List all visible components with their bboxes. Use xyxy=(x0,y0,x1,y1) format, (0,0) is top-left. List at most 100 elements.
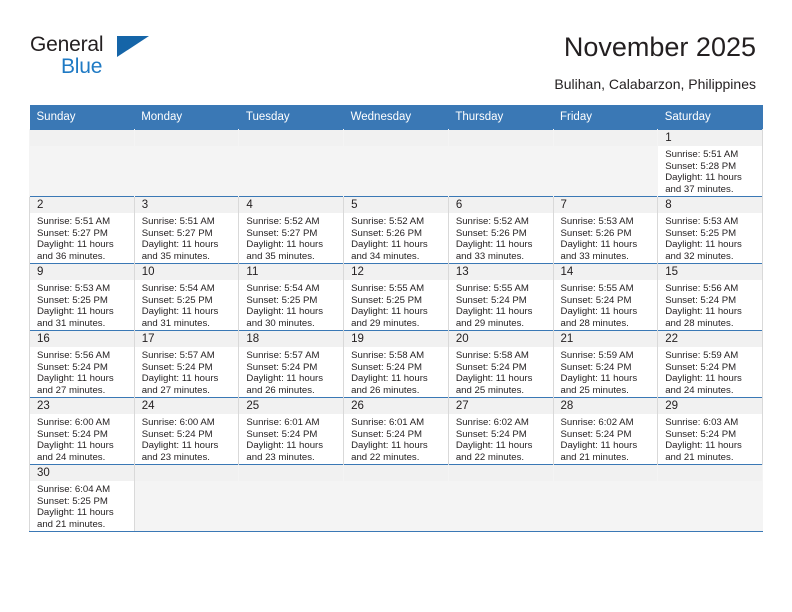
daylight-text: Daylight: 11 hours and 22 minutes. xyxy=(351,440,428,463)
calendar-day-cell[interactable]: 25 Sunrise: 6:01 AM Sunset: 5:24 PM Dayligh… xyxy=(238,397,345,465)
daylight-text: Daylight: 11 hours and 25 minutes. xyxy=(560,373,638,396)
calendar-week-row: 23 Sunrise: 6:00 AM Sunset: 5:24 PM Dayligh… xyxy=(29,397,763,465)
calendar-day-cell[interactable]: 8 Sunrise: 5:53 AM Sunset: 5:25 PM Daylight… xyxy=(657,196,763,264)
general-blue-logo[interactable]: General Blue xyxy=(30,33,180,89)
calendar-day-cell[interactable]: 28 Sunrise: 6:02 AM Sunset: 5:24 PM Dayligh… xyxy=(552,397,659,465)
daylight-text: Daylight: 11 hours and 33 minutes. xyxy=(560,239,638,262)
calendar-day-cell[interactable]: 18 Sunrise: 5:57 AM Sunset: 5:24 PM Dayligh… xyxy=(238,330,345,398)
sunset-text: Sunset: 5:24 PM xyxy=(246,428,318,440)
day-number-band xyxy=(553,465,658,481)
sunset-text: Sunset: 5:25 PM xyxy=(665,227,737,239)
sunset-text: Sunset: 5:27 PM xyxy=(141,227,213,239)
weekday-header-tuesday: Tuesday xyxy=(238,105,344,130)
calendar-day-cell[interactable]: 3 Sunrise: 5:51 AM Sunset: 5:27 PM Daylight… xyxy=(133,196,240,264)
sunrise-text: Sunrise: 5:52 AM xyxy=(351,216,425,227)
calendar-day-cell[interactable]: 15 Sunrise: 5:56 AM Sunset: 5:24 PM Dayligh… xyxy=(657,263,763,331)
calendar-day-cell[interactable]: 2 Sunrise: 5:51 AM Sunset: 5:27 PM Daylight… xyxy=(29,196,135,264)
day-number: 1 xyxy=(658,130,762,146)
day-number: 25 xyxy=(239,398,344,414)
day-number: 24 xyxy=(134,398,239,414)
calendar-day-cell[interactable]: 19 Sunrise: 5:58 AM Sunset: 5:24 PM Dayligh… xyxy=(343,330,449,398)
calendar-day-cell[interactable]: 30 Sunrise: 6:04 AM Sunset: 5:25 PM Dayligh… xyxy=(29,464,135,531)
daylight-text: Daylight: 11 hours and 25 minutes. xyxy=(455,373,533,396)
calendar-day-cell[interactable]: 10 Sunrise: 5:54 AM Sunset: 5:25 PM Dayligh… xyxy=(133,263,240,331)
daylight-text: Daylight: 11 hours and 28 minutes. xyxy=(665,306,742,329)
calendar-day-cell[interactable]: 1 Sunrise: 5:51 AM Sunset: 5:28 PM Daylight… xyxy=(657,129,763,197)
day-number: 8 xyxy=(658,197,762,213)
daylight-text: Daylight: 11 hours and 31 minutes. xyxy=(141,306,219,329)
sunrise-text: Sunrise: 5:57 AM xyxy=(141,350,215,361)
day-details: Sunrise: 5:58 AM Sunset: 5:24 PM Daylight:… xyxy=(344,347,448,396)
day-number-band xyxy=(134,130,239,146)
calendar-day-cell[interactable]: 27 Sunrise: 6:02 AM Sunset: 5:24 PM Dayligh… xyxy=(447,397,554,465)
sunrise-text: Sunrise: 5:56 AM xyxy=(37,350,111,361)
sunset-text: Sunset: 5:25 PM xyxy=(37,294,108,306)
day-number: 13 xyxy=(448,264,553,280)
calendar-day-cell[interactable]: 23 Sunrise: 6:00 AM Sunset: 5:24 PM Dayligh… xyxy=(29,397,135,465)
calendar-day-cell[interactable]: 12 Sunrise: 5:55 AM Sunset: 5:25 PM Dayligh… xyxy=(343,263,449,331)
day-details: Sunrise: 6:01 AM Sunset: 5:24 PM Daylight:… xyxy=(239,414,343,463)
day-details: Sunrise: 6:02 AM Sunset: 5:24 PM Daylight:… xyxy=(554,414,658,463)
sunset-text: Sunset: 5:25 PM xyxy=(246,294,318,306)
weekday-header-row: Sunday Monday Tuesday Wednesday Thursday… xyxy=(29,105,763,130)
calendar-day-cell[interactable]: 17 Sunrise: 5:57 AM Sunset: 5:24 PM Dayligh… xyxy=(133,330,240,398)
daylight-text: Daylight: 11 hours and 29 minutes. xyxy=(351,306,428,329)
sunset-text: Sunset: 5:24 PM xyxy=(455,361,527,373)
calendar-day-cell[interactable]: 20 Sunrise: 5:58 AM Sunset: 5:24 PM Dayligh… xyxy=(447,330,554,398)
sunrise-text: Sunrise: 6:02 AM xyxy=(455,417,529,428)
daylight-text: Daylight: 11 hours and 32 minutes. xyxy=(665,239,742,262)
calendar-day-cell[interactable]: 21 Sunrise: 5:59 AM Sunset: 5:24 PM Dayligh… xyxy=(552,330,659,398)
calendar-day-cell[interactable]: 11 Sunrise: 5:54 AM Sunset: 5:25 PM Dayligh… xyxy=(238,263,345,331)
sunrise-text: Sunrise: 5:54 AM xyxy=(141,283,215,294)
daylight-text: Daylight: 11 hours and 21 minutes. xyxy=(37,507,114,530)
calendar-day-cell[interactable]: 13 Sunrise: 5:55 AM Sunset: 5:24 PM Dayligh… xyxy=(447,263,554,331)
page-header: General Blue November 2025 Bulihan, Cala… xyxy=(0,0,792,104)
sunrise-text: Sunrise: 5:57 AM xyxy=(246,350,320,361)
calendar-day-cell[interactable]: 4 Sunrise: 5:52 AM Sunset: 5:27 PM Daylight… xyxy=(238,196,345,264)
page-subtitle: Bulihan, Calabarzon, Philippines xyxy=(554,76,756,92)
day-details: Sunrise: 5:55 AM Sunset: 5:25 PM Daylight:… xyxy=(344,280,448,329)
day-number: 18 xyxy=(239,331,344,347)
sunset-text: Sunset: 5:24 PM xyxy=(560,294,632,306)
daylight-text: Daylight: 11 hours and 30 minutes. xyxy=(246,306,324,329)
sunrise-text: Sunrise: 6:02 AM xyxy=(560,417,634,428)
daylight-text: Daylight: 11 hours and 24 minutes. xyxy=(665,373,742,396)
sunrise-text: Sunrise: 5:51 AM xyxy=(37,216,111,227)
daylight-text: Daylight: 11 hours and 26 minutes. xyxy=(351,373,428,396)
sunset-text: Sunset: 5:25 PM xyxy=(37,495,108,507)
sunrise-text: Sunrise: 5:55 AM xyxy=(455,283,529,294)
weekday-header-sunday: Sunday xyxy=(29,105,135,130)
sunrise-text: Sunrise: 5:52 AM xyxy=(455,216,529,227)
sunrise-text: Sunrise: 5:55 AM xyxy=(351,283,425,294)
calendar-day-cell[interactable]: 7 Sunrise: 5:53 AM Sunset: 5:26 PM Daylight… xyxy=(552,196,659,264)
sunrise-text: Sunrise: 6:03 AM xyxy=(665,417,739,428)
day-number: 12 xyxy=(344,264,448,280)
calendar-day-cell[interactable]: 6 Sunrise: 5:52 AM Sunset: 5:26 PM Daylight… xyxy=(447,196,554,264)
calendar-day-cell[interactable]: 26 Sunrise: 6:01 AM Sunset: 5:24 PM Dayligh… xyxy=(343,397,449,465)
daylight-text: Daylight: 11 hours and 31 minutes. xyxy=(37,306,114,329)
sunset-text: Sunset: 5:24 PM xyxy=(351,361,423,373)
day-details: Sunrise: 5:59 AM Sunset: 5:24 PM Daylight:… xyxy=(658,347,762,396)
calendar-day-cell[interactable]: 5 Sunrise: 5:52 AM Sunset: 5:26 PM Daylight… xyxy=(343,196,449,264)
sunrise-text: Sunrise: 5:53 AM xyxy=(37,283,111,294)
calendar-day-cell[interactable]: 24 Sunrise: 6:00 AM Sunset: 5:24 PM Dayligh… xyxy=(133,397,240,465)
triangle-logo-mark-icon xyxy=(117,36,149,57)
day-number: 22 xyxy=(658,331,762,347)
day-number: 5 xyxy=(344,197,448,213)
calendar-week-row: 16 Sunrise: 5:56 AM Sunset: 5:24 PM Dayligh… xyxy=(29,330,763,398)
sunset-text: Sunset: 5:24 PM xyxy=(141,361,213,373)
sunset-text: Sunset: 5:26 PM xyxy=(455,227,527,239)
page-title: November 2025 xyxy=(563,32,756,62)
day-number: 2 xyxy=(30,197,134,213)
sunset-text: Sunset: 5:27 PM xyxy=(246,227,318,239)
sunrise-text: Sunrise: 5:59 AM xyxy=(665,350,739,361)
sunset-text: Sunset: 5:24 PM xyxy=(351,428,423,440)
calendar-day-cell[interactable]: 16 Sunrise: 5:56 AM Sunset: 5:24 PM Dayligh… xyxy=(29,330,135,398)
calendar-day-cell[interactable]: 9 Sunrise: 5:53 AM Sunset: 5:25 PM Daylight… xyxy=(29,263,135,331)
day-details: Sunrise: 6:03 AM Sunset: 5:24 PM Daylight:… xyxy=(658,414,762,463)
calendar-day-cell[interactable]: 22 Sunrise: 5:59 AM Sunset: 5:24 PM Dayligh… xyxy=(657,330,763,398)
calendar-day-cell[interactable]: 14 Sunrise: 5:55 AM Sunset: 5:24 PM Dayligh… xyxy=(552,263,659,331)
day-number: 30 xyxy=(30,465,134,481)
daylight-text: Daylight: 11 hours and 21 minutes. xyxy=(665,440,742,463)
calendar-day-cell[interactable]: 29 Sunrise: 6:03 AM Sunset: 5:24 PM Dayligh… xyxy=(657,397,763,465)
